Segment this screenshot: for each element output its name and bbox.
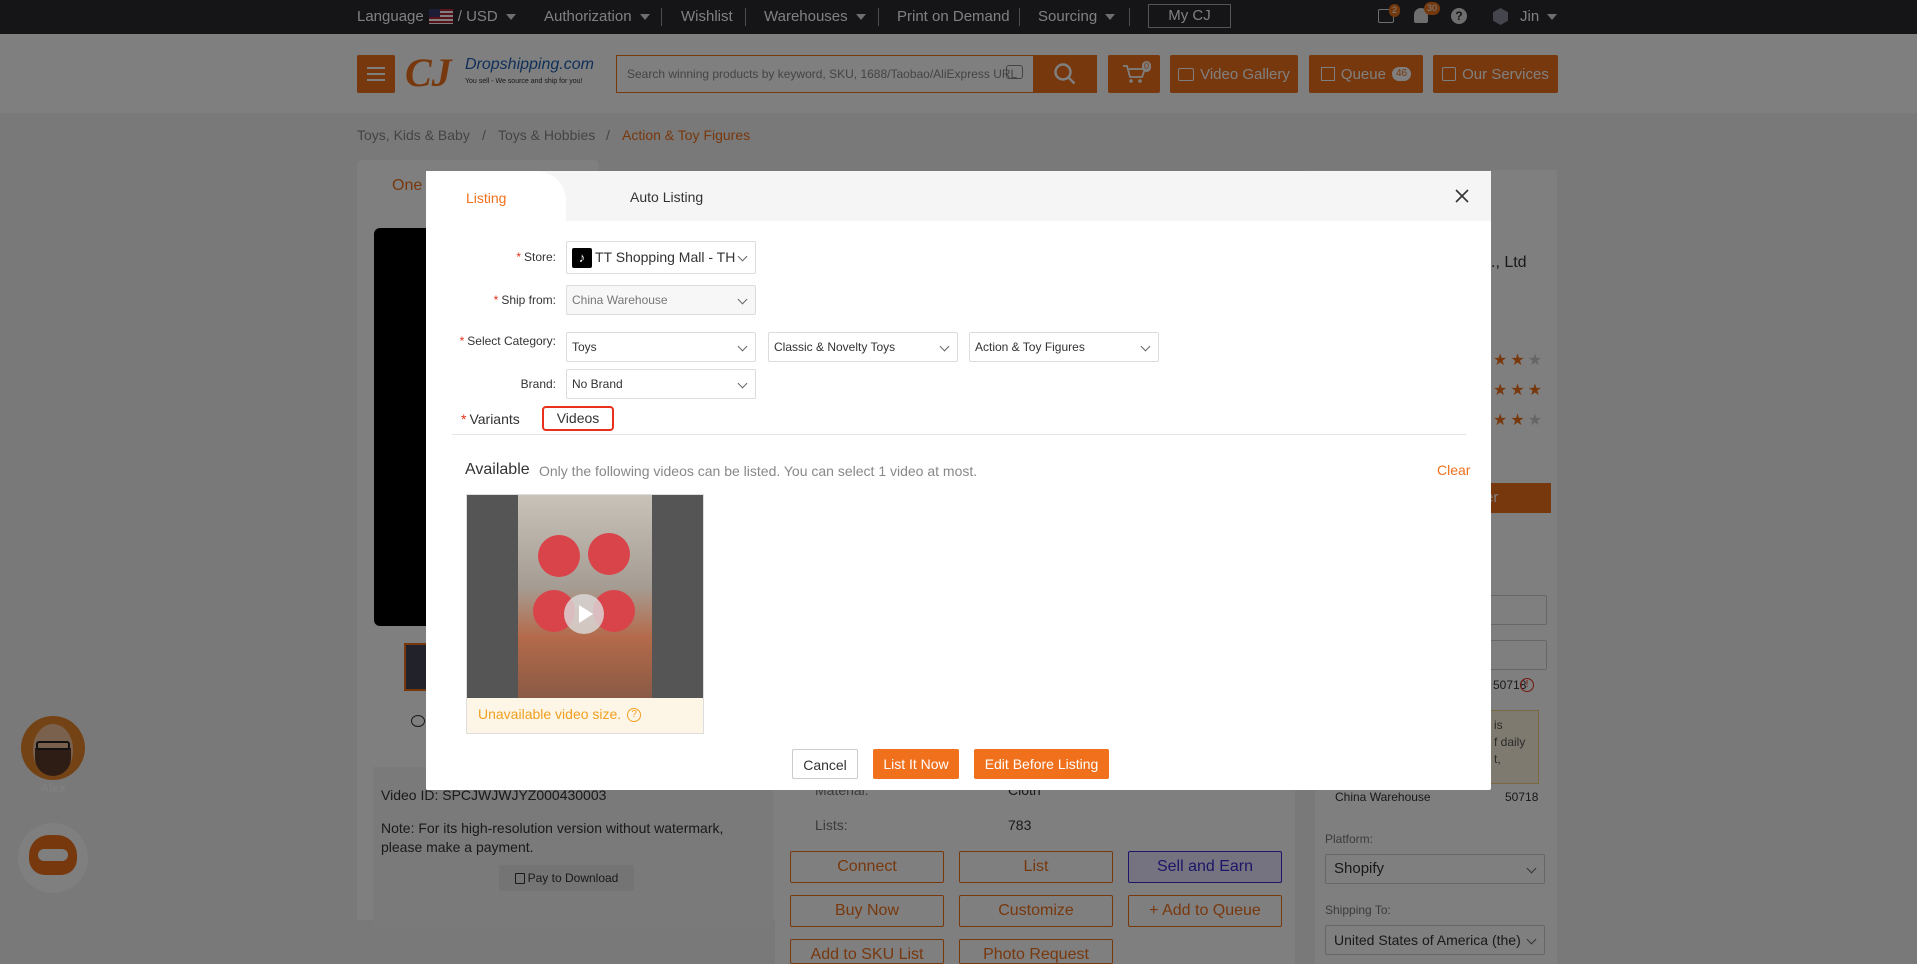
chevron-down-icon — [737, 341, 748, 352]
tab-videos[interactable]: Videos — [542, 406, 614, 431]
divider — [452, 434, 1466, 435]
video-thumbnail[interactable] — [467, 495, 703, 698]
brand-value: No Brand — [572, 377, 623, 391]
help-icon[interactable]: ? — [627, 708, 642, 723]
tab-variants[interactable]: * Variants — [461, 411, 520, 427]
category-level2-select[interactable]: Classic & Novelty Toys — [768, 332, 958, 362]
tab-auto-listing[interactable]: Auto Listing — [630, 189, 703, 205]
category-level3-value: Action & Toy Figures — [975, 340, 1085, 354]
category-level2-value: Classic & Novelty Toys — [774, 340, 896, 354]
clear-button[interactable]: Clear — [1437, 462, 1470, 478]
chevron-down-icon — [939, 341, 950, 352]
ship-from-select[interactable]: China Warehouse — [566, 285, 756, 315]
list-it-now-button[interactable]: List It Now — [873, 749, 959, 779]
video-warning: Unavailable video size.? — [467, 698, 703, 733]
cancel-button[interactable]: Cancel — [792, 749, 858, 779]
video-card[interactable]: Unavailable video size.? — [466, 494, 704, 734]
listing-dialog: Listing Auto Listing * Store: ♪ TT Shoppin… — [426, 171, 1491, 790]
edit-before-listing-button[interactable]: Edit Before Listing — [974, 749, 1109, 779]
store-label: * Store: — [516, 250, 556, 264]
close-icon[interactable] — [1452, 186, 1472, 206]
ship-from-value: China Warehouse — [572, 293, 668, 307]
tiktok-icon: ♪ — [572, 248, 592, 269]
chevron-down-icon — [737, 251, 748, 262]
ship-from-label: * Ship from: — [493, 293, 556, 307]
dialog-tabs: Listing Auto Listing — [426, 171, 1491, 221]
available-note: Only the following videos can be listed.… — [539, 463, 978, 479]
category-level1-select[interactable]: Toys — [566, 332, 756, 362]
brand-label: Brand: — [520, 377, 556, 391]
toy-petal — [588, 533, 630, 575]
tab-listing[interactable]: Listing — [426, 171, 566, 221]
play-icon[interactable] — [564, 594, 604, 634]
chevron-down-icon — [737, 294, 748, 305]
category-label: * Select Category: — [459, 334, 556, 348]
category-level1-value: Toys — [572, 340, 597, 354]
store-select[interactable]: ♪ TT Shopping Mall - TH — [566, 241, 756, 274]
brand-select[interactable]: No Brand — [566, 369, 756, 399]
toy-petal — [538, 535, 580, 577]
store-value: TT Shopping Mall - TH — [595, 249, 736, 265]
category-level3-select[interactable]: Action & Toy Figures — [969, 332, 1159, 362]
video-warning-text: Unavailable video size. — [478, 706, 622, 722]
chevron-down-icon — [1140, 341, 1151, 352]
available-title: Available — [465, 461, 530, 478]
chevron-down-icon — [737, 378, 748, 389]
